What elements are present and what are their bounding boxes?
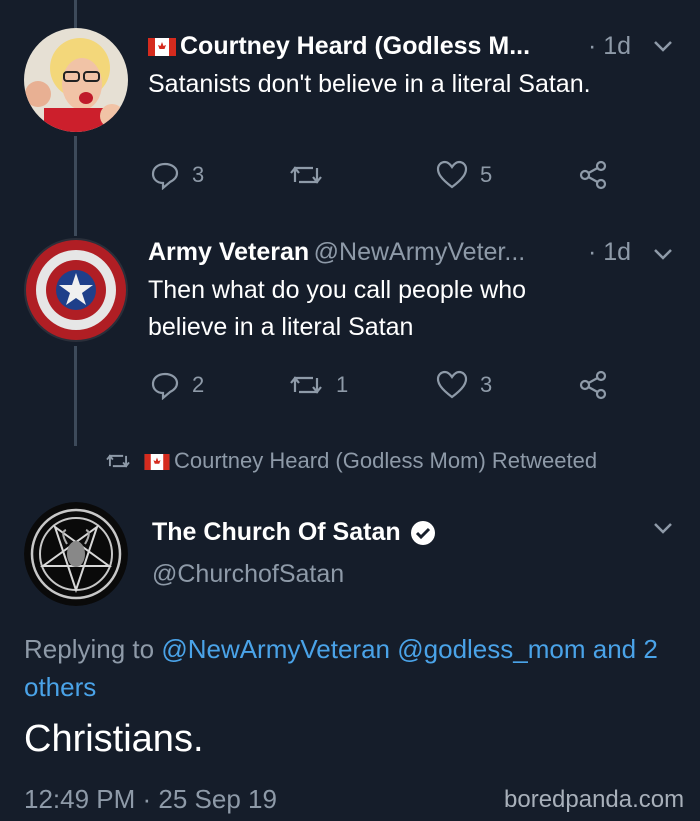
tweet-2-handle[interactable]: @NewArmyVeter... (314, 238, 526, 266)
retweet-count: 1 (336, 372, 349, 397)
canada-flag-icon (144, 454, 170, 471)
tweet-1-author-name: Courtney Heard (Godless M... (180, 32, 531, 60)
main-tweet-author-row[interactable]: The Church Of Satan (152, 518, 437, 547)
retweet-icon (106, 454, 130, 468)
canada-flag-icon (148, 38, 176, 57)
like-button[interactable]: 3 (436, 370, 492, 400)
retweet-banner[interactable]: Courtney Heard (Godless Mom) Retweeted (104, 448, 597, 474)
verified-badge-icon (410, 520, 435, 545)
retweet-banner-text: Courtney Heard (Godless Mom) Retweeted (174, 448, 598, 473)
tweet-2-text: Then what do you call people who believe… (148, 276, 527, 341)
avatar-courtney[interactable] (24, 28, 128, 132)
avatar-army-veteran[interactable] (24, 238, 128, 342)
mention-godless-mom[interactable]: @godless_mom (397, 634, 585, 664)
tweet-1-author[interactable]: Courtney Heard (Godless M... (148, 32, 530, 61)
avatar-church-of-satan[interactable] (24, 502, 128, 606)
share-button[interactable] (578, 370, 608, 400)
reply-icon (151, 162, 179, 190)
thread-line-1 (74, 136, 77, 236)
like-count: 5 (480, 162, 493, 187)
share-button[interactable] (578, 160, 608, 190)
retweet-button[interactable]: 1 (288, 370, 348, 400)
tweet-2-author[interactable]: Army Veteran (148, 238, 309, 266)
thread-line-2 (74, 346, 77, 446)
tweet-2-header: Army Veteran @NewArmyVeter... (148, 238, 525, 267)
chevron-down-icon[interactable] (652, 246, 674, 262)
mention-new-army-veteran[interactable]: @NewArmyVeteran (161, 634, 390, 664)
reply-button[interactable]: 2 (150, 370, 204, 400)
retweet-icon (290, 376, 322, 394)
tweet-2-time: · 1d (588, 238, 632, 266)
heart-icon (436, 160, 468, 189)
share-icon (579, 370, 607, 400)
reply-count: 3 (192, 162, 205, 187)
reply-button[interactable]: 3 (150, 160, 204, 190)
like-count: 3 (480, 372, 493, 397)
share-icon (579, 160, 607, 190)
chevron-down-icon[interactable] (652, 520, 674, 536)
thread-line-top (74, 0, 77, 28)
tweet-1-text: Satanists don't believe in a literal Sat… (148, 70, 591, 98)
main-tweet-timestamp: 12:49 PM · 25 Sep 19 (24, 784, 277, 814)
heart-icon (436, 370, 468, 399)
reply-icon (151, 372, 179, 400)
main-tweet-handle[interactable]: @ChurchofSatan (152, 560, 344, 589)
watermark: boredpanda.com (504, 786, 685, 813)
retweet-icon (290, 166, 322, 184)
main-tweet-text: Christians. (24, 718, 204, 760)
replying-prefix: Replying to (24, 634, 155, 664)
like-button[interactable]: 5 (436, 160, 492, 190)
main-tweet-author: The Church Of Satan (152, 518, 401, 546)
chevron-down-icon[interactable] (652, 38, 674, 54)
tweet-1-time: · 1d (588, 32, 632, 60)
retweet-button[interactable] (288, 160, 324, 190)
replying-to: Replying to @NewArmyVeteran @godless_mom… (24, 630, 674, 706)
reply-count: 2 (192, 372, 205, 397)
